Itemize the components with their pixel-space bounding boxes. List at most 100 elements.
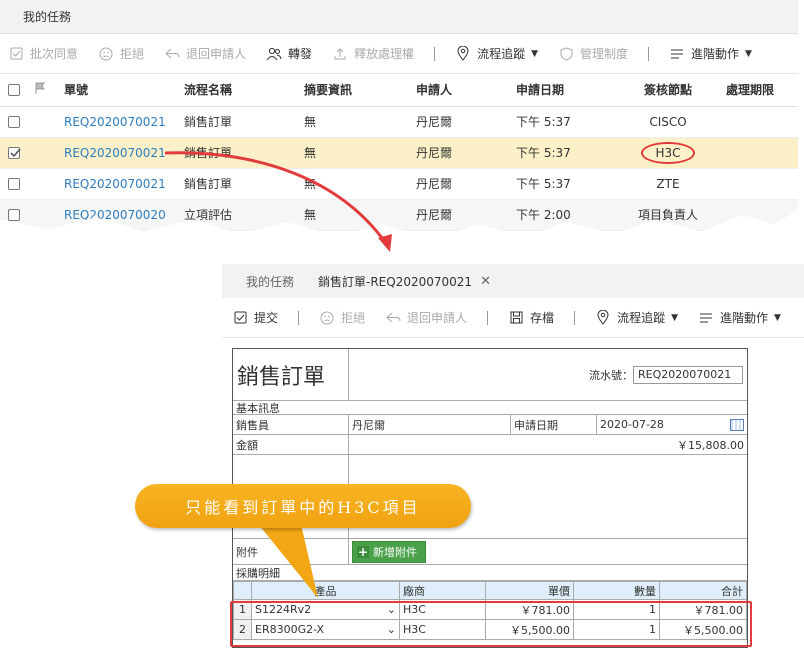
table-row[interactable]: REQ2020070021 銷售訂單 無 丹尼爾 下午 5:37 CISCO [0,106,798,138]
row-select-cell[interactable] [0,106,28,138]
col-qty: 數量 [573,581,660,600]
users-icon [266,46,282,62]
advanced-actions-button[interactable]: 進階動作 ▼ [669,45,752,62]
applicant-cell: 丹尼爾 [410,106,510,138]
flow-tracking-button[interactable]: 流程追蹤 ▼ [595,309,678,326]
batch-approve-button[interactable]: 批次同意 [8,45,78,62]
row-flag-cell [28,106,58,138]
calendar-icon[interactable] [730,418,744,431]
amount-field[interactable]: ￥15,808.00 [349,435,747,454]
sad-face-icon [319,310,335,326]
management-system-button[interactable]: 管理制度 [558,45,628,62]
sales-field[interactable]: 丹尼爾 [349,415,511,434]
return-to-applicant-button[interactable]: 退回申請人 [164,45,246,62]
node-cell-highlighted: H3C [616,137,720,169]
forward-button[interactable]: 轉發 [266,45,312,62]
select-all-checkbox[interactable] [8,84,20,97]
return-to-applicant-button[interactable]: 退回申請人 [385,309,467,326]
col-order-no[interactable]: 單號 [58,74,178,107]
h3c-highlight-circle: H3C [641,141,695,164]
apply-date-field[interactable]: 2020-07-28 [597,415,747,434]
close-icon[interactable]: ✕ [480,274,491,289]
order-no-link[interactable]: REQ2020070021 [58,106,178,138]
row-select-cell[interactable] [0,168,28,200]
order-no-link[interactable]: REQ2020070020 [58,199,178,231]
node-cell: CISCO [616,106,720,138]
items-header-row: 產品 廠商 單價 數量 合計 [233,581,747,600]
chevron-down-icon: ▼ [745,48,752,59]
tab-my-tasks[interactable]: 我的任務 [246,273,294,290]
tab-my-tasks[interactable]: 我的任務 [23,8,71,25]
row-checkbox[interactable] [8,178,20,190]
menu-lines-icon [669,46,685,62]
attachment-cell: + 新增附件 [349,539,747,564]
task-toolbar: 批次同意 拒絕 退回申請人 轉發 釋放處理權 流程追蹤 ▼ 管理制度 進階動作 … [0,34,798,74]
release-handling-button[interactable]: 釋放處理權 [332,45,414,62]
save-button[interactable]: 存檔 [508,309,554,326]
col-price: 單價 [485,581,574,600]
attachment-row: 附件 + 新增附件 [233,539,747,565]
row-select-cell[interactable] [0,137,28,169]
date-cell: 下午 5:37 [510,106,616,138]
return-icon [385,310,401,326]
tab-sales-order[interactable]: 銷售訂單-REQ2020070021 [318,273,472,290]
table-row[interactable]: REQ2020070020 立項評估 無 丹尼爾 下午 2:00 項目負責人 [0,199,798,231]
serial-label: 流水號： [589,368,633,382]
sales-label: 銷售員 [233,415,349,434]
return-label: 退回申請人 [407,311,468,325]
forward-label: 轉發 [288,47,313,61]
col-summary[interactable]: 摘要資訊 [298,74,410,107]
purchase-row: 採購明細 [233,565,747,581]
table-row[interactable]: REQ2020070021 銷售訂單 無 丹尼爾 下午 5:37 ZTE [0,168,798,200]
order-no-link[interactable]: REQ2020070021 [58,168,178,200]
col-flow-name[interactable]: 流程名稱 [178,74,298,107]
bottom-tab-bar: 我的任務 銷售訂單-REQ2020070021 ✕ [222,264,804,298]
advanced-actions-button[interactable]: 進階動作 ▼ [698,309,781,326]
toolbar-divider [574,310,576,325]
row-checkbox[interactable] [8,116,20,128]
add-attachment-button[interactable]: + 新增附件 [352,540,426,563]
row-checkbox-checked[interactable] [8,147,21,159]
form-toolbar: 提交 拒絕 退回申請人 存檔 流程追蹤 ▼ 進階動作 ▼ [222,298,804,338]
node-cell: ZTE [616,168,720,200]
sad-face-icon [98,46,114,62]
col-apply-date[interactable]: 申請日期 [510,74,616,107]
return-label: 退回申請人 [186,47,247,61]
flag-icon [35,82,45,94]
form-header-row: 銷售訂單 流水號： REQ2020070021 [233,349,747,401]
row-checkbox[interactable] [8,209,20,221]
row-flag-cell [28,137,58,169]
row-select-cell[interactable] [0,199,28,231]
top-tab-bar: 我的任務 [0,0,798,34]
advanced-actions-label: 進階動作 [720,311,769,325]
batch-approve-label: 批次同意 [30,47,79,61]
submit-button[interactable]: 提交 [232,309,278,326]
serial-field[interactable]: REQ2020070021 [633,365,743,384]
deadline-cell [720,168,798,200]
col-deadline[interactable]: 處理期限 [720,74,798,107]
select-all-cell[interactable] [0,74,28,107]
order-no-link[interactable]: REQ2020070021 [58,137,178,169]
upload-icon [332,46,348,62]
save-label: 存檔 [530,311,555,325]
reject-button[interactable]: 拒絕 [319,309,365,326]
toolbar-divider [648,46,650,61]
return-icon [164,46,180,62]
reject-button[interactable]: 拒絕 [98,45,144,62]
reject-label: 拒絕 [120,47,145,61]
checkbox-icon [8,46,24,62]
checkmark-icon [10,148,21,158]
col-applicant[interactable]: 申請人 [410,74,510,107]
table-row-selected[interactable]: REQ2020070021 銷售訂單 無 丹尼爾 下午 5:37 H3C [0,137,798,169]
flow-name-cell: 銷售訂單 [178,168,298,200]
table-header-row: 單號 流程名稱 摘要資訊 申請人 申請日期 簽核節點 處理期限 [0,74,798,107]
summary-cell: 無 [298,137,410,169]
date-cell: 下午 5:37 [510,137,616,169]
reject-label: 拒絕 [341,311,366,325]
purchase-label: 採購明細 [233,565,747,580]
amount-row: 金額 ￥15,808.00 [233,435,747,455]
shield-icon [558,46,574,62]
flow-tracking-button[interactable]: 流程追蹤 ▼ [455,45,538,62]
applicant-cell: 丹尼爾 [410,199,510,231]
col-sign-node[interactable]: 簽核節點 [616,74,720,107]
